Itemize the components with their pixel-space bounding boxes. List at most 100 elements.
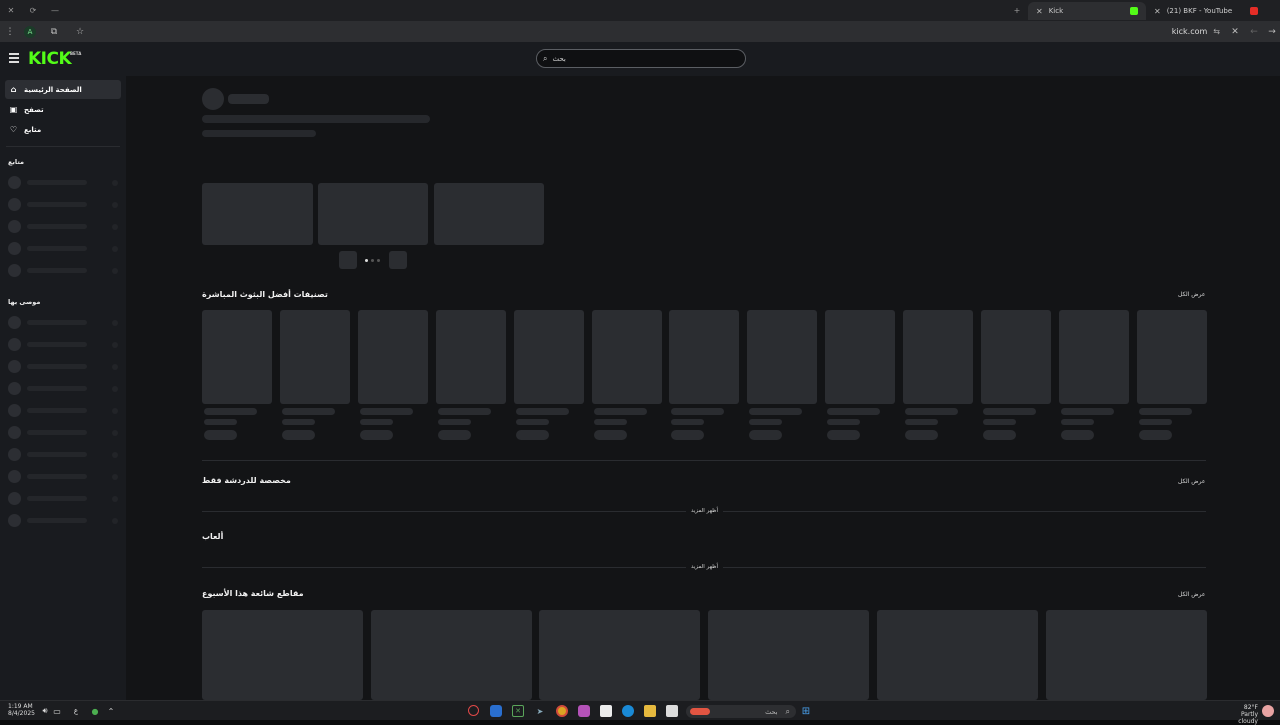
following-channel-placeholder[interactable] <box>8 176 120 189</box>
site-settings-icon[interactable]: ⇆ <box>1213 27 1220 36</box>
close-window-icon[interactable]: ✕ <box>0 0 22 21</box>
edge-icon[interactable] <box>622 705 634 717</box>
taskbar-search[interactable]: بحث ⌕ <box>686 705 796 718</box>
tag-placeholder <box>359 430 393 440</box>
extensions-icon[interactable]: ⧉ <box>44 21 64 42</box>
record-app-icon[interactable] <box>468 705 479 716</box>
category-card[interactable] <box>202 310 272 442</box>
recommended-channel-placeholder[interactable] <box>8 338 120 351</box>
category-card[interactable] <box>357 310 428 442</box>
sidebar-item-following[interactable]: ♡ متابع <box>5 120 121 139</box>
text-placeholder <box>228 94 269 104</box>
forward-arrow-icon[interactable]: → <box>1262 21 1280 42</box>
category-card[interactable] <box>747 310 818 442</box>
tab-youtube[interactable]: ✕ (21) BKF - YouTube <box>1146 2 1266 20</box>
carousel-next-button[interactable] <box>389 251 407 269</box>
restore-window-icon[interactable]: ⟳ <box>22 0 44 21</box>
telegram-icon[interactable]: ➤ <box>534 705 546 717</box>
category-card[interactable] <box>825 310 896 442</box>
weather-widget[interactable]: 82°F Partly cloudy <box>1222 704 1258 725</box>
windows-start-icon[interactable]: ⊞ <box>800 705 812 717</box>
clip-card[interactable] <box>370 610 532 700</box>
following-channel-placeholder[interactable] <box>8 242 120 255</box>
category-thumbnail-placeholder <box>747 310 818 404</box>
recommended-channel-placeholder[interactable] <box>8 316 120 329</box>
clip-card[interactable] <box>202 610 363 700</box>
category-card[interactable] <box>591 310 662 442</box>
avatar-placeholder <box>8 264 21 277</box>
bookmark-star-icon[interactable]: ☆ <box>70 21 90 42</box>
file-explorer-icon[interactable] <box>644 705 656 717</box>
recommended-channel-placeholder[interactable] <box>8 426 120 439</box>
following-channel-placeholder[interactable] <box>8 198 120 211</box>
category-card[interactable] <box>903 310 974 442</box>
clip-card[interactable] <box>1045 610 1207 700</box>
notepad-icon[interactable] <box>666 705 678 717</box>
text-placeholder <box>27 202 87 207</box>
category-card[interactable] <box>1058 310 1129 442</box>
sidebar-item-home[interactable]: ⌂ الصفحة الرئيسية <box>5 80 121 99</box>
category-card[interactable] <box>513 310 584 442</box>
category-card[interactable] <box>279 310 350 442</box>
microphone-icon[interactable]: ● <box>89 705 101 717</box>
following-channel-placeholder[interactable] <box>8 220 120 233</box>
kick-logo[interactable]: KICK <box>28 50 72 68</box>
text-placeholder <box>202 130 316 137</box>
tab-close-icon[interactable]: ✕ <box>1036 7 1043 16</box>
volume-icon[interactable]: 🔊︎ <box>39 705 51 717</box>
category-thumbnail-placeholder <box>1058 310 1129 404</box>
weather-icon <box>1262 705 1274 717</box>
xbox-icon[interactable]: ✕ <box>512 705 524 717</box>
hamburger-menu-icon[interactable] <box>9 53 19 63</box>
profile-avatar[interactable]: A <box>20 21 40 42</box>
category-card[interactable] <box>1136 310 1207 442</box>
carousel-prev-button[interactable] <box>339 251 357 269</box>
discord-icon[interactable] <box>490 705 502 717</box>
show-more-button[interactable]: أظهر المزيد <box>686 564 724 570</box>
see-all-link[interactable]: عرض الكل <box>1178 291 1205 298</box>
category-thumbnail-placeholder <box>1136 310 1207 404</box>
stop-loading-icon[interactable]: ✕ <box>1225 21 1245 42</box>
carousel-card[interactable] <box>318 183 428 245</box>
see-all-link[interactable]: عرض الكل <box>1178 591 1205 598</box>
avatar-placeholder <box>8 176 21 189</box>
category-card[interactable] <box>435 310 506 442</box>
tab-kick[interactable]: ✕ Kick <box>1028 2 1146 20</box>
avatar-placeholder <box>8 220 21 233</box>
recommended-channel-placeholder[interactable] <box>8 360 120 373</box>
tab-close-icon[interactable]: ✕ <box>1154 7 1161 16</box>
search-input[interactable]: ⌕ بحث <box>536 49 746 68</box>
following-channel-placeholder[interactable] <box>8 264 120 277</box>
see-all-link[interactable]: عرض الكل <box>1178 478 1205 485</box>
back-arrow-icon[interactable]: ← <box>1244 21 1264 42</box>
category-card[interactable] <box>669 310 740 442</box>
store-icon[interactable] <box>600 705 612 717</box>
tag-placeholder <box>204 430 237 440</box>
chrome-icon[interactable] <box>556 705 568 717</box>
network-icon[interactable]: ▭ <box>51 705 63 717</box>
clock[interactable]: 1:19 AM 8/4/2025 <box>8 703 35 717</box>
clip-card[interactable] <box>876 610 1038 700</box>
chevron-up-icon[interactable]: ⌃ <box>105 705 117 717</box>
recommended-channel-placeholder[interactable] <box>8 470 120 483</box>
sidebar-item-browse[interactable]: ▣ تصفح <box>5 100 121 119</box>
category-thumbnail-placeholder <box>825 310 896 404</box>
recommended-channel-placeholder[interactable] <box>8 404 120 417</box>
clip-card[interactable] <box>708 610 870 700</box>
recommended-channel-placeholder[interactable] <box>8 382 120 395</box>
new-tab-button[interactable]: + <box>1006 0 1028 21</box>
carousel-card[interactable] <box>202 183 313 245</box>
category-card[interactable] <box>981 310 1051 442</box>
url-field[interactable]: kick.com ⇆ <box>1172 21 1220 42</box>
show-more-button[interactable]: أظهر المزيد <box>686 508 724 514</box>
app-icon[interactable] <box>578 705 590 717</box>
language-indicator[interactable]: ع <box>70 705 82 717</box>
recommended-channel-placeholder[interactable] <box>8 448 120 461</box>
recommended-channel-placeholder[interactable] <box>8 514 120 527</box>
minimize-window-icon[interactable]: — <box>44 0 66 21</box>
text-placeholder <box>437 408 491 415</box>
clip-card[interactable] <box>539 610 701 700</box>
recommended-channel-placeholder[interactable] <box>8 492 120 505</box>
carousel-card[interactable] <box>434 183 544 245</box>
menu-dots-icon[interactable]: ⋮ <box>0 21 20 42</box>
